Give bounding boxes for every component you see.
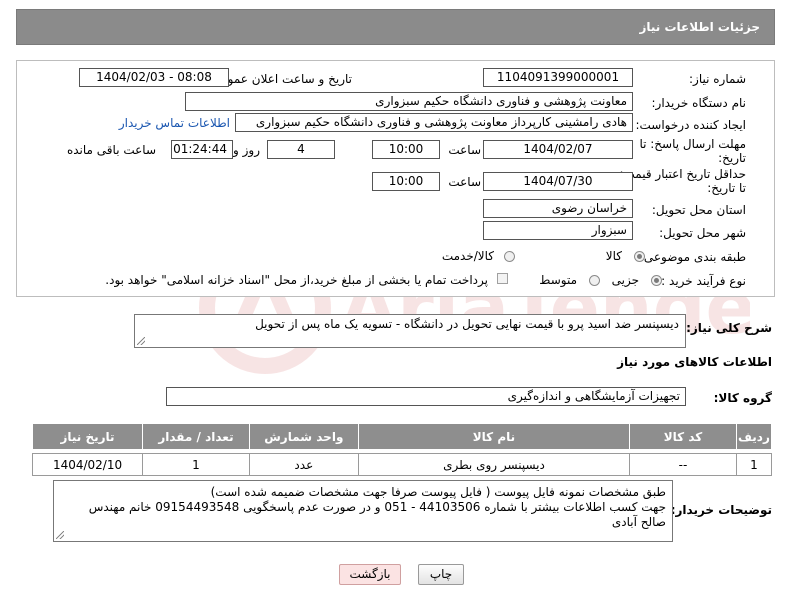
page-header: جزئیات اطلاعات نیاز: [16, 9, 775, 45]
buyer-notes-line1: طبق مشخصات نمونه فایل پیوست ( فایل پیوست…: [210, 485, 666, 499]
purchase-option-medium: متوسط: [539, 273, 577, 287]
buyer-notes-textarea[interactable]: طبق مشخصات نمونه فایل پیوست ( فایل پیوست…: [53, 480, 673, 542]
summary-label: شرح کلی نیاز:: [686, 321, 772, 335]
category-radio-goods[interactable]: [634, 251, 645, 262]
goods-section-title: اطلاعات کالاهای مورد نیاز: [617, 355, 772, 369]
goods-table-header: ردیف کد کالا نام کالا واحد شمارش تعداد /…: [31, 423, 773, 450]
validity-time-field[interactable]: 10:00: [372, 172, 440, 191]
need-number-field[interactable]: 1104091399000001: [483, 68, 633, 87]
purchase-radio-medium[interactable]: [589, 275, 600, 286]
purchase-type-label: نوع فرآیند خرید :: [661, 274, 746, 288]
buyer-notes-line2: جهت کسب اطلاعات بیشتر با شماره 44103506 …: [88, 500, 666, 529]
table-row[interactable]: 1 -- دیسپنسر روی بطری عدد 1 1404/02/10: [31, 453, 773, 476]
summary-text: دیسپنسر ضد اسید پرو با قیمت نهایی تحویل …: [255, 317, 679, 331]
treasury-payment-checkbox[interactable]: [497, 273, 508, 284]
cell-row: 1: [735, 453, 773, 476]
validity-time-label: ساعت: [448, 175, 481, 189]
goods-table: ردیف کد کالا نام کالا واحد شمارش تعداد /…: [31, 423, 773, 476]
creator-field[interactable]: هادی رامشینی کارپرداز معاونت پژوهشی و فن…: [235, 113, 633, 132]
creator-label: ایجاد کننده درخواست:: [635, 118, 746, 132]
col-unit: واحد شمارش: [248, 423, 359, 450]
col-qty: تعداد / مقدار: [142, 423, 250, 450]
province-field[interactable]: خراسان رضوی: [483, 199, 633, 218]
col-code: کد کالا: [629, 423, 737, 450]
category-radio-goods-service[interactable]: [504, 251, 515, 262]
deadline-time-label: ساعت: [448, 143, 481, 157]
announce-date-field[interactable]: 1404/02/03 - 08:08: [79, 68, 229, 87]
remaining-time-label: ساعت باقی مانده: [66, 143, 156, 157]
buyer-notes-label: توضیحات خریدار:: [670, 503, 772, 517]
need-number-label: شماره نیاز:: [689, 72, 746, 86]
days-label: روز و: [233, 143, 260, 157]
category-option-goods-service: کالا/خدمت: [441, 249, 494, 263]
buyer-contact-link[interactable]: اطلاعات تماس خریدار: [119, 116, 230, 130]
back-button[interactable]: بازگشت: [339, 564, 401, 585]
deadline-label-line1: مهلت ارسال پاسخ: تا: [639, 137, 746, 151]
category-label: طبقه بندی موضوعی:: [639, 250, 746, 264]
cell-date: 1404/02/10: [31, 453, 144, 476]
summary-textarea[interactable]: دیسپنسر ضد اسید پرو با قیمت نهایی تحویل …: [134, 314, 686, 348]
cell-unit: عدد: [248, 453, 359, 476]
city-field[interactable]: سبزوار: [483, 221, 633, 240]
deadline-date-field[interactable]: 1404/02/07: [483, 140, 633, 159]
validity-label-line1: حداقل تاریخ اعتبار قیمت:: [619, 167, 746, 181]
resize-grip-icon[interactable]: [56, 531, 64, 539]
need-details-page: جزئیات اطلاعات نیاز AriaTender.net شماره…: [0, 0, 788, 598]
resize-grip-icon[interactable]: [137, 337, 145, 345]
deadline-label-line2: تاریخ:: [718, 151, 746, 165]
city-label: شهر محل تحویل:: [659, 226, 746, 240]
cell-qty: 1: [142, 453, 250, 476]
treasury-payment-note: پرداخت تمام یا بخشی از مبلغ خرید،از محل …: [105, 273, 488, 287]
buyer-org-label: نام دستگاه خریدار:: [651, 96, 747, 110]
purchase-option-minor: جزیی: [611, 273, 639, 287]
days-remaining-field[interactable]: 4: [267, 140, 335, 159]
category-option-goods: کالا: [605, 249, 622, 263]
goods-group-field[interactable]: تجهیزات آزمایشگاهی و اندازه‌گیری: [166, 387, 686, 406]
page-title: جزئیات اطلاعات نیاز: [639, 20, 760, 34]
cell-code: --: [629, 453, 737, 476]
province-label: استان محل تحویل:: [651, 203, 746, 217]
col-name: نام کالا: [357, 423, 631, 450]
validity-label-line2: تا تاریخ:: [707, 181, 746, 195]
print-button[interactable]: چاپ: [418, 564, 464, 585]
validity-date-field[interactable]: 1404/07/30: [483, 172, 633, 191]
purchase-radio-minor[interactable]: [651, 275, 662, 286]
remaining-time-field[interactable]: 01:24:44: [171, 140, 233, 159]
goods-group-label: گروه کالا:: [713, 391, 772, 405]
col-row: ردیف: [735, 423, 773, 450]
deadline-time-field[interactable]: 10:00: [372, 140, 440, 159]
cell-name: دیسپنسر روی بطری: [357, 453, 631, 476]
buyer-org-field[interactable]: معاونت پژوهشی و فناوری دانشگاه حکیم سبزو…: [185, 92, 633, 111]
col-date: تاریخ نیاز: [31, 423, 144, 450]
